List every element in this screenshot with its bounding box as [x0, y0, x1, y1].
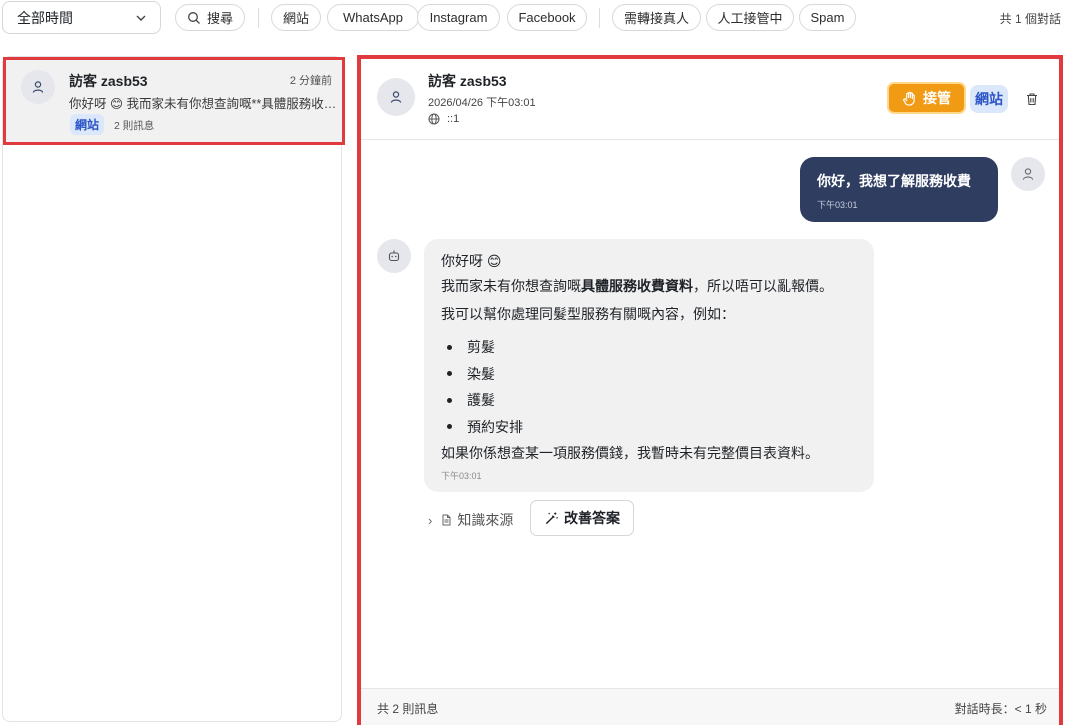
search-icon [188, 11, 200, 24]
avatar [377, 78, 415, 116]
channel-badge: 網站 [970, 85, 1008, 113]
divider [258, 8, 259, 28]
search-label: 搜尋 [206, 11, 233, 26]
filter-needs-human[interactable]: 需轉接真人 [612, 4, 701, 31]
filter-channel-website[interactable]: 網站 [271, 4, 321, 31]
ip-value: ::1 [447, 113, 460, 125]
bot-greeting: 你好呀 😊 [441, 253, 502, 269]
divider [599, 8, 600, 28]
conversation-duration: 對話時長：< 1 秒 [954, 702, 1047, 716]
time-range-select[interactable]: 全部時間 [2, 1, 161, 34]
filter-bar: 全部時間 搜尋 網站 WhatsApp Instagram Facebook 需… [0, 0, 1065, 36]
list-item: 剪髮 [441, 334, 523, 361]
message-time: 下午03:01 [817, 200, 858, 210]
visitor-ip: ::1 [428, 113, 459, 125]
conversation-name: 訪客 zasb53 [69, 73, 148, 89]
conversation-time: 2 分鐘前 [289, 75, 332, 87]
message-time: 下午03:01 [441, 471, 482, 481]
filter-channel-facebook[interactable]: Facebook [507, 4, 587, 31]
user-icon [1022, 168, 1034, 180]
list-item: 護髮 [441, 387, 523, 414]
search-button[interactable]: 搜尋 [175, 4, 245, 31]
chat-header: 訪客 zasb53 2026/04/26 下午03:01 ::1 接管 網站 [361, 59, 1059, 140]
time-range-value: 全部時間 [17, 9, 73, 26]
user-avatar [1011, 157, 1045, 191]
improve-answer-button[interactable]: 改善答案 [530, 500, 634, 536]
takeover-button[interactable]: 接管 [887, 82, 966, 114]
user-message-bubble: 你好，我想了解服務收費 下午03:01 [800, 157, 998, 222]
globe-icon [428, 113, 440, 125]
list-item: 染髮 [441, 361, 523, 388]
chevron-right-icon: › [428, 512, 433, 528]
bot-line-3: 如果你係想查某一項服務價錢，我暫時未有完整價目表資料。 [441, 445, 819, 461]
knowledge-source-toggle[interactable]: › 知識來源 [428, 510, 513, 530]
trash-icon[interactable] [1025, 92, 1039, 106]
bot-line-1-end: ，所以唔可以亂報價。 [693, 278, 833, 294]
bot-icon [388, 250, 400, 262]
total-messages: 共 2 則訊息 [377, 702, 439, 716]
channel-badge: 網站 [70, 114, 105, 135]
message-count: 2 則訊息 [114, 120, 155, 132]
bot-message-bubble: 你好呀 😊 我而家未有你想查詢嘅具體服務收費資料，所以唔可以亂報價。 我可以幫你… [424, 239, 874, 492]
bot-line-1: 我而家未有你想查詢嘅具體服務收費資料，所以唔可以亂報價。 [441, 276, 833, 296]
user-message-text: 你好，我想了解服務收費 [817, 173, 971, 189]
knowledge-source-label: 知識來源 [457, 512, 514, 528]
visitor-name: 訪客 zasb53 [428, 73, 507, 89]
conversation-list: 訪客 zasb53 2 分鐘前 你好呀 😊 我而家未有你想查詢嘅**具體服務收費… [2, 56, 345, 722]
document-icon [442, 514, 451, 526]
list-item: 預約安排 [441, 414, 523, 441]
avatar [21, 70, 55, 104]
filter-spam[interactable]: Spam [799, 4, 856, 31]
message-area[interactable]: 你好，我想了解服務收費 下午03:01 你好呀 😊 我而家未有你想查詢嘅具體服務… [361, 140, 1059, 688]
conversation-item[interactable]: 訪客 zasb53 2 分鐘前 你好呀 😊 我而家未有你想查詢嘅**具體服務收費… [3, 57, 345, 145]
conversation-total: 共 1 個對話 [999, 12, 1061, 26]
user-icon [390, 91, 402, 103]
conversation-date: 2026/04/26 下午03:01 [428, 97, 536, 109]
bot-line-1-text: 我而家未有你想查詢嘅 [441, 278, 581, 294]
improve-answer-label: 改善答案 [564, 510, 620, 526]
chat-footer: 共 2 則訊息 對話時長：< 1 秒 [361, 688, 1059, 725]
takeover-label: 接管 [923, 90, 951, 106]
service-list: 剪髮 染髮 護髮 預約安排 [441, 334, 523, 440]
filter-channel-instagram[interactable]: Instagram [417, 4, 500, 31]
conversation-preview: 你好呀 😊 我而家未有你想查詢嘅**具體服務收費資料** [69, 97, 337, 111]
magic-wand-icon [545, 511, 558, 524]
chevron-down-icon [136, 15, 146, 21]
chat-panel: 訪客 zasb53 2026/04/26 下午03:01 ::1 接管 網站 你… [357, 55, 1063, 725]
hand-icon [903, 91, 915, 106]
bot-line-1-bold: 具體服務收費資料 [581, 278, 693, 294]
filter-channel-whatsapp[interactable]: WhatsApp [327, 4, 419, 31]
filter-human-takeover[interactable]: 人工接管中 [706, 4, 794, 31]
bot-avatar [377, 239, 411, 273]
bot-line-2: 我可以幫你處理同髮型服務有關嘅內容，例如： [441, 306, 735, 322]
user-icon [32, 81, 44, 93]
